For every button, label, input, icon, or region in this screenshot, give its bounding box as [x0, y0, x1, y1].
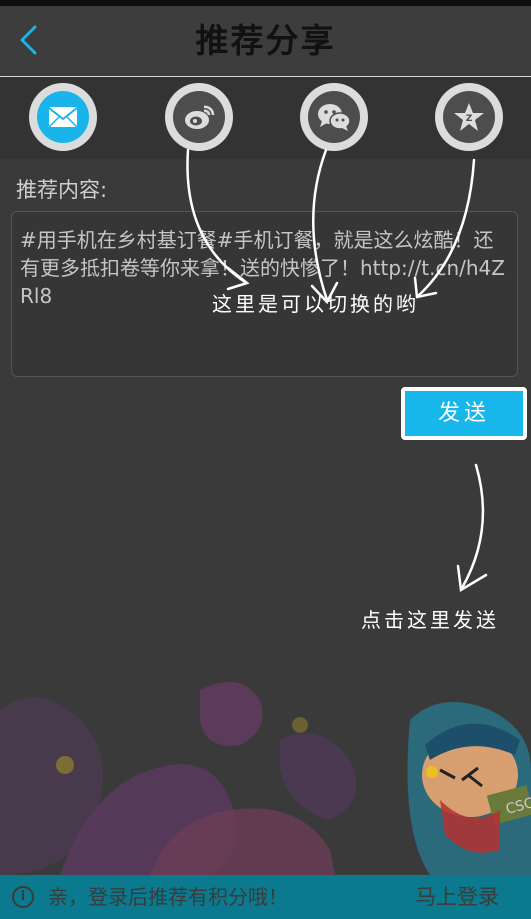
send-button[interactable]: 发送	[401, 387, 527, 440]
share-mail-button[interactable]	[29, 83, 97, 151]
switch-hint-annotation: 这里是可以切换的哟	[212, 292, 419, 316]
qzone-star-icon: Z	[454, 103, 484, 131]
wechat-icon	[318, 104, 351, 131]
decorative-background-art: CSC	[0, 682, 531, 875]
login-notice-text: 亲，登录后推荐有积分哦！	[48, 885, 288, 909]
header: 推荐分享	[0, 6, 531, 77]
share-weibo-button[interactable]	[165, 83, 233, 151]
weibo-icon	[185, 105, 215, 129]
login-now-button[interactable]: 马上登录	[415, 875, 499, 919]
info-icon: i	[12, 886, 34, 908]
share-wechat-button[interactable]	[300, 83, 368, 151]
share-qzone-button[interactable]: Z	[435, 83, 503, 151]
svg-text:Z: Z	[466, 114, 473, 124]
send-hint-annotation: 点击这里发送	[361, 608, 499, 632]
page-title: 推荐分享	[195, 21, 336, 60]
login-notice-bar: i 亲，登录后推荐有积分哦！ 马上登录	[0, 875, 531, 919]
share-options: Z	[0, 77, 531, 159]
content-label: 推荐内容:	[16, 178, 108, 202]
mail-icon	[48, 107, 78, 128]
